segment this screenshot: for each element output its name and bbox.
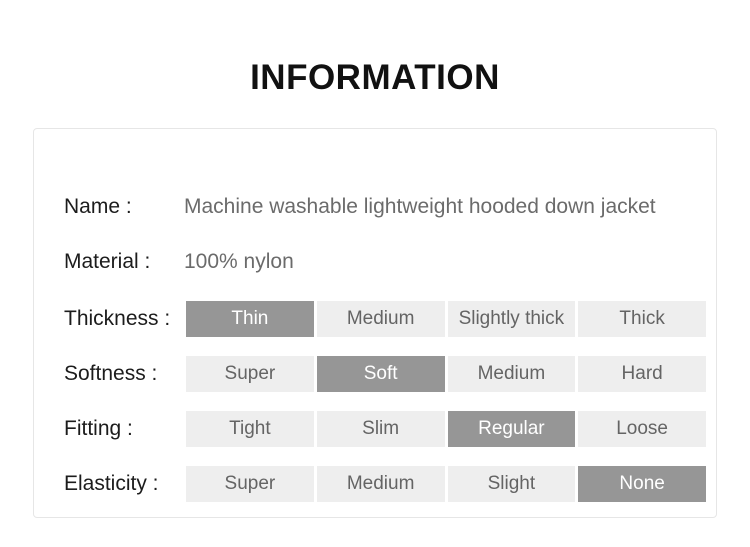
page-title: INFORMATION (250, 58, 500, 97)
option-cell-softness-2[interactable]: Soft (316, 356, 445, 392)
info-value-name: Machine washable lightweight hooded down… (184, 195, 656, 218)
option-cells-elasticity: Super Medium Slight None (186, 466, 706, 502)
option-cell-softness-1[interactable]: Super (186, 356, 314, 392)
info-row-name: Name : Machine washable lightweight hood… (64, 193, 656, 221)
option-cell-elasticity-4[interactable]: None (578, 466, 706, 502)
info-label-name: Name : (64, 195, 132, 218)
option-label-elasticity: Elasticity : (64, 472, 159, 495)
information-card: Name : Machine washable lightweight hood… (33, 128, 717, 518)
option-label-fitting: Fitting : (64, 417, 133, 440)
option-cell-fitting-3[interactable]: Regular (447, 411, 576, 447)
option-cell-elasticity-1[interactable]: Super (186, 466, 314, 502)
option-cell-thickness-2[interactable]: Medium (316, 301, 445, 337)
option-cell-softness-4[interactable]: Hard (578, 356, 706, 392)
option-cell-fitting-1[interactable]: Tight (186, 411, 314, 447)
option-row-thickness: Thickness : Thin Medium Slightly thick T… (64, 301, 706, 337)
option-row-fitting: Fitting : Tight Slim Regular Loose (64, 411, 706, 447)
option-row-elasticity: Elasticity : Super Medium Slight None (64, 466, 706, 502)
option-cell-thickness-3[interactable]: Slightly thick (447, 301, 576, 337)
option-label-thickness: Thickness : (64, 307, 171, 330)
option-row-softness: Softness : Super Soft Medium Hard (64, 356, 706, 392)
option-cell-thickness-1[interactable]: Thin (186, 301, 314, 337)
info-label-material: Material : (64, 250, 151, 273)
option-cell-thickness-4[interactable]: Thick (578, 301, 706, 337)
info-value-material: 100% nylon (184, 250, 294, 273)
option-cell-fitting-2[interactable]: Slim (316, 411, 445, 447)
option-cells-thickness: Thin Medium Slightly thick Thick (186, 301, 706, 337)
option-cells-softness: Super Soft Medium Hard (186, 356, 706, 392)
information-page: INFORMATION Name : Machine washable ligh… (0, 0, 750, 547)
option-cell-elasticity-3[interactable]: Slight (447, 466, 576, 502)
info-row-material: Material : 100% nylon (64, 248, 294, 276)
option-cells-fitting: Tight Slim Regular Loose (186, 411, 706, 447)
option-cell-fitting-4[interactable]: Loose (578, 411, 706, 447)
option-cell-elasticity-2[interactable]: Medium (316, 466, 445, 502)
option-cell-softness-3[interactable]: Medium (447, 356, 576, 392)
option-label-softness: Softness : (64, 362, 158, 385)
